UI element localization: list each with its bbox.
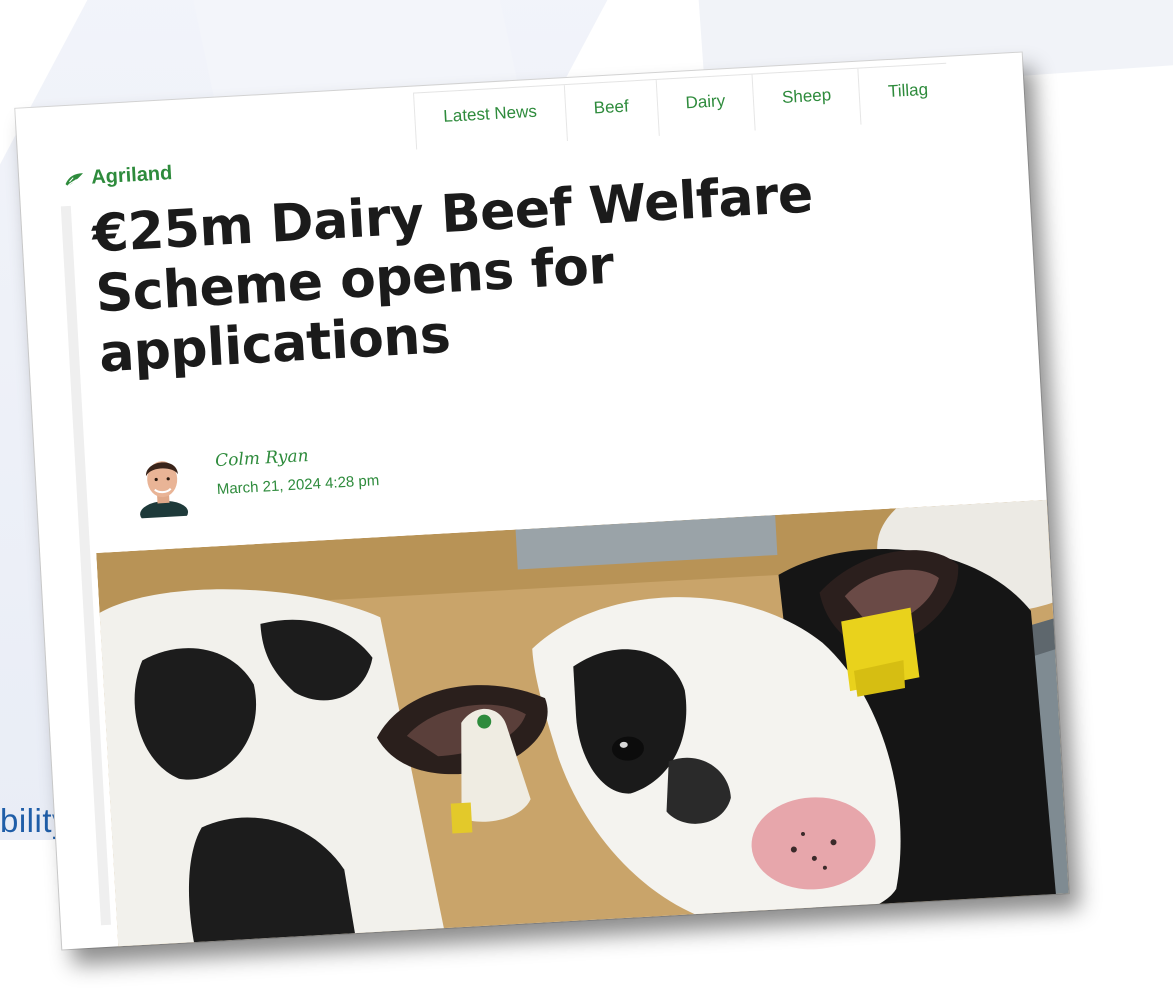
nav-tab-latest-news[interactable]: Latest News: [413, 85, 567, 150]
article-headline: €25m Dairy Beef Welfare Scheme opens for…: [90, 164, 815, 385]
leaf-logo-icon: [65, 172, 83, 186]
article-byline: Colm Ryan March 21, 2024 4:28 pm: [135, 439, 381, 519]
author-name[interactable]: Colm Ryan: [215, 442, 378, 470]
hero-image: [96, 497, 1069, 950]
logo-text: Agriland: [90, 162, 173, 189]
publish-date: March 21, 2024 4:28 pm: [216, 471, 380, 498]
byline-text: Colm Ryan March 21, 2024 4:28 pm: [215, 442, 380, 498]
nav-tab-dairy[interactable]: Dairy: [655, 74, 755, 136]
site-logo[interactable]: Agriland: [63, 162, 173, 191]
slide-stage: bility Latest News Beef Dairy Sheep Till…: [0, 0, 1173, 996]
author-avatar[interactable]: [135, 450, 191, 519]
article-screenshot-card: Latest News Beef Dairy Sheep Tillag Agri…: [15, 52, 1069, 950]
nav-tab-beef[interactable]: Beef: [563, 80, 659, 142]
nav-tab-sheep[interactable]: Sheep: [751, 68, 861, 131]
nav-tab-tillage[interactable]: Tillag: [857, 63, 950, 125]
calf-photo: [96, 497, 1069, 950]
